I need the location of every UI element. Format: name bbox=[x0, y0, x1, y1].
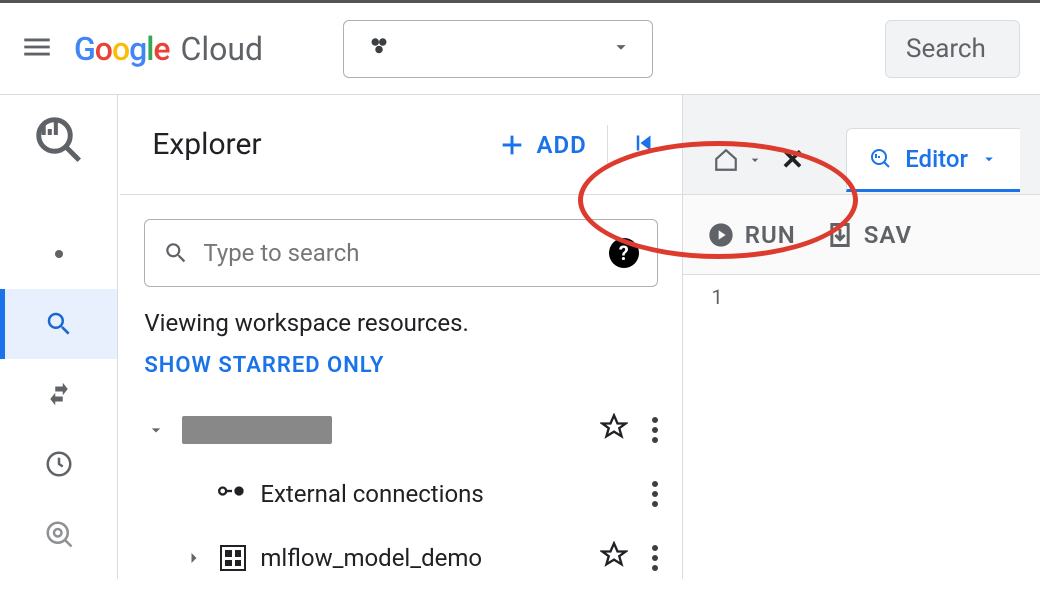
home-icon bbox=[713, 147, 739, 173]
menu-icon[interactable] bbox=[20, 30, 54, 68]
left-rail bbox=[0, 95, 118, 579]
dataset-row[interactable]: mlflow_model_demo bbox=[144, 526, 657, 590]
add-label: ADD bbox=[536, 131, 586, 159]
chevron-right-icon[interactable] bbox=[182, 548, 206, 568]
hex-dots-icon bbox=[364, 32, 394, 66]
explorer-title: Explorer bbox=[152, 127, 261, 162]
top-header: Google Cloud Search bbox=[0, 3, 1040, 95]
rail-item-target[interactable] bbox=[0, 499, 117, 569]
resource-tree: External connections mlflow_model_demo bbox=[120, 398, 681, 590]
project-picker[interactable] bbox=[343, 20, 653, 78]
chevron-down-icon[interactable] bbox=[144, 420, 168, 440]
save-button[interactable]: SAV bbox=[826, 221, 912, 249]
header-search[interactable]: Search bbox=[885, 20, 1020, 78]
help-icon[interactable]: ? bbox=[609, 238, 639, 268]
transfer-arrows-icon bbox=[44, 379, 74, 409]
collapse-panel-button[interactable] bbox=[628, 128, 658, 162]
explorer-panel: Explorer ADD Type to search ? Viewing wo… bbox=[118, 95, 682, 579]
caret-down-icon bbox=[980, 150, 998, 168]
save-label: SAV bbox=[864, 221, 912, 249]
play-circle-icon bbox=[707, 221, 735, 249]
editor-toolbar: RUN SAV bbox=[683, 195, 1040, 275]
search-label: Search bbox=[906, 34, 986, 64]
editor-tab[interactable]: Editor bbox=[846, 128, 1020, 192]
run-button[interactable]: RUN bbox=[707, 221, 796, 249]
kebab-menu-icon[interactable] bbox=[652, 545, 658, 571]
dataset-icon bbox=[220, 545, 246, 571]
external-connections-row[interactable]: External connections bbox=[144, 462, 657, 526]
close-icon[interactable]: ✕ bbox=[781, 143, 804, 176]
kebab-menu-icon[interactable] bbox=[652, 481, 658, 507]
external-connection-icon bbox=[218, 477, 246, 511]
dot-icon bbox=[55, 250, 63, 258]
editor-panel: ✕ Editor RUN SAV 1 bbox=[683, 95, 1040, 579]
star-icon[interactable] bbox=[600, 413, 628, 447]
search-icon bbox=[163, 240, 189, 266]
query-icon bbox=[869, 147, 893, 171]
google-cloud-logo: Google Cloud bbox=[74, 30, 263, 68]
dataset-label: mlflow_model_demo bbox=[260, 544, 482, 572]
caret-down-icon bbox=[747, 152, 763, 168]
tab-bar: ✕ Editor bbox=[683, 95, 1040, 195]
add-button[interactable]: ADD bbox=[498, 131, 586, 159]
chevron-first-icon bbox=[628, 128, 658, 158]
project-row[interactable] bbox=[144, 398, 657, 462]
viewing-workspace-text: Viewing workspace resources. bbox=[120, 295, 681, 343]
editor-tab-label: Editor bbox=[905, 145, 968, 173]
run-label: RUN bbox=[745, 221, 796, 249]
star-icon[interactable] bbox=[600, 541, 628, 575]
search-placeholder: Type to search bbox=[203, 239, 359, 267]
target-icon bbox=[44, 519, 74, 549]
home-tab[interactable] bbox=[713, 147, 763, 173]
search-icon bbox=[44, 309, 74, 339]
show-starred-button[interactable]: SHOW STARRED ONLY bbox=[120, 343, 681, 398]
code-editor[interactable]: 1 bbox=[683, 275, 1040, 579]
save-download-icon bbox=[826, 221, 854, 249]
caret-down-icon bbox=[610, 36, 632, 62]
external-connections-label: External connections bbox=[260, 480, 483, 508]
bigquery-logo-icon[interactable] bbox=[32, 113, 86, 171]
explorer-header: Explorer ADD bbox=[120, 95, 681, 195]
rail-item-transfers[interactable] bbox=[0, 359, 117, 429]
divider bbox=[607, 125, 608, 165]
rail-item-history[interactable] bbox=[0, 429, 117, 499]
explorer-search-input[interactable]: Type to search ? bbox=[144, 219, 657, 287]
rail-item-search[interactable] bbox=[0, 289, 117, 359]
clock-icon bbox=[44, 449, 74, 479]
project-name-redacted bbox=[182, 416, 332, 444]
plus-icon bbox=[498, 131, 526, 159]
rail-item-dot[interactable] bbox=[0, 219, 117, 289]
kebab-menu-icon[interactable] bbox=[652, 417, 658, 443]
line-number: 1 bbox=[683, 275, 733, 579]
